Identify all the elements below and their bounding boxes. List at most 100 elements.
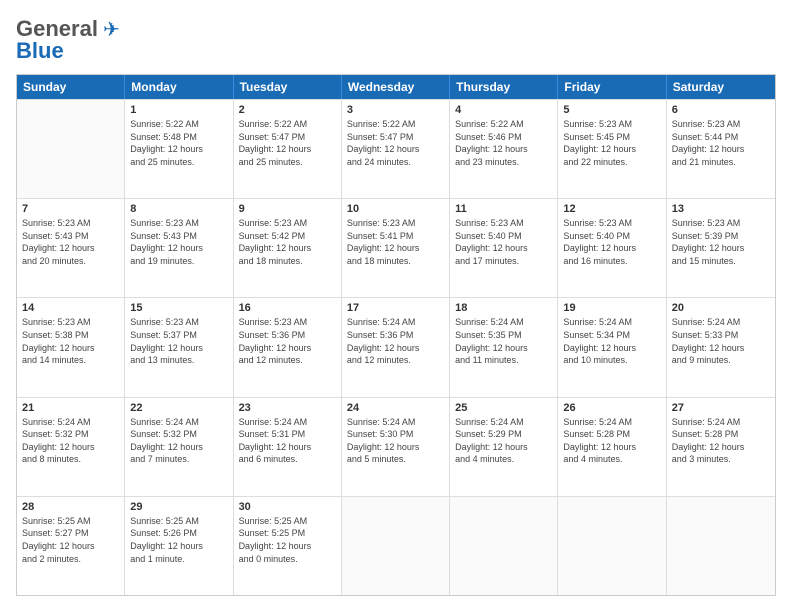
calendar-cell: [342, 497, 450, 595]
day-info: Sunrise: 5:23 AM Sunset: 5:43 PM Dayligh…: [22, 217, 119, 267]
calendar-cell: 20 Sunrise: 5:24 AM Sunset: 5:33 PM Dayli…: [667, 298, 775, 396]
day-number: 23: [239, 402, 336, 414]
day-info: Sunrise: 5:23 AM Sunset: 5:42 PM Dayligh…: [239, 217, 336, 267]
day-number: 22: [130, 402, 227, 414]
day-number: 6: [672, 104, 770, 116]
day-number: 28: [22, 501, 119, 513]
calendar-header-row: SundayMondayTuesdayWednesdayThursdayFrid…: [17, 75, 775, 99]
calendar-header-monday: Monday: [125, 75, 233, 99]
calendar-cell: 9 Sunrise: 5:23 AM Sunset: 5:42 PM Daylig…: [234, 199, 342, 297]
calendar-cell: 1 Sunrise: 5:22 AM Sunset: 5:48 PM Daylig…: [125, 100, 233, 198]
day-number: 27: [672, 402, 770, 414]
day-info: Sunrise: 5:24 AM Sunset: 5:32 PM Dayligh…: [130, 416, 227, 466]
day-number: 29: [130, 501, 227, 513]
day-info: Sunrise: 5:23 AM Sunset: 5:40 PM Dayligh…: [455, 217, 552, 267]
header: General ✈ Blue: [16, 16, 776, 64]
calendar-cell: 11 Sunrise: 5:23 AM Sunset: 5:40 PM Dayli…: [450, 199, 558, 297]
day-number: 1: [130, 104, 227, 116]
calendar-week-4: 28 Sunrise: 5:25 AM Sunset: 5:27 PM Dayli…: [17, 496, 775, 595]
day-number: 10: [347, 203, 444, 215]
day-number: 19: [563, 302, 660, 314]
calendar-cell: 29 Sunrise: 5:25 AM Sunset: 5:26 PM Dayli…: [125, 497, 233, 595]
calendar-cell: [17, 100, 125, 198]
calendar-cell: 10 Sunrise: 5:23 AM Sunset: 5:41 PM Dayli…: [342, 199, 450, 297]
day-number: 26: [563, 402, 660, 414]
day-info: Sunrise: 5:22 AM Sunset: 5:47 PM Dayligh…: [347, 118, 444, 168]
day-info: Sunrise: 5:23 AM Sunset: 5:45 PM Dayligh…: [563, 118, 660, 168]
day-info: Sunrise: 5:24 AM Sunset: 5:31 PM Dayligh…: [239, 416, 336, 466]
calendar-cell: 2 Sunrise: 5:22 AM Sunset: 5:47 PM Daylig…: [234, 100, 342, 198]
logo-bird-icon: ✈: [103, 17, 120, 42]
calendar-header-thursday: Thursday: [450, 75, 558, 99]
day-info: Sunrise: 5:22 AM Sunset: 5:46 PM Dayligh…: [455, 118, 552, 168]
calendar-cell: 28 Sunrise: 5:25 AM Sunset: 5:27 PM Dayli…: [17, 497, 125, 595]
day-info: Sunrise: 5:24 AM Sunset: 5:28 PM Dayligh…: [563, 416, 660, 466]
calendar-body: 1 Sunrise: 5:22 AM Sunset: 5:48 PM Daylig…: [17, 99, 775, 595]
calendar-cell: 26 Sunrise: 5:24 AM Sunset: 5:28 PM Dayli…: [558, 398, 666, 496]
calendar: SundayMondayTuesdayWednesdayThursdayFrid…: [16, 74, 776, 596]
calendar-header-friday: Friday: [558, 75, 666, 99]
day-info: Sunrise: 5:23 AM Sunset: 5:41 PM Dayligh…: [347, 217, 444, 267]
day-info: Sunrise: 5:24 AM Sunset: 5:32 PM Dayligh…: [22, 416, 119, 466]
day-info: Sunrise: 5:25 AM Sunset: 5:26 PM Dayligh…: [130, 515, 227, 565]
day-number: 25: [455, 402, 552, 414]
day-info: Sunrise: 5:24 AM Sunset: 5:29 PM Dayligh…: [455, 416, 552, 466]
day-number: 4: [455, 104, 552, 116]
day-info: Sunrise: 5:23 AM Sunset: 5:38 PM Dayligh…: [22, 316, 119, 366]
day-number: 2: [239, 104, 336, 116]
logo-blue-text: Blue: [16, 38, 64, 64]
calendar-cell: 6Sunrise: 5:23 AM Sunset: 5:44 PM Daylig…: [667, 100, 775, 198]
calendar-cell: 16 Sunrise: 5:23 AM Sunset: 5:36 PM Dayli…: [234, 298, 342, 396]
calendar-cell: 24 Sunrise: 5:24 AM Sunset: 5:30 PM Dayli…: [342, 398, 450, 496]
day-info: Sunrise: 5:25 AM Sunset: 5:25 PM Dayligh…: [239, 515, 336, 565]
calendar-cell: 25 Sunrise: 5:24 AM Sunset: 5:29 PM Dayli…: [450, 398, 558, 496]
calendar-week-1: 7 Sunrise: 5:23 AM Sunset: 5:43 PM Daylig…: [17, 198, 775, 297]
calendar-cell: 12 Sunrise: 5:23 AM Sunset: 5:40 PM Dayli…: [558, 199, 666, 297]
calendar-cell: 30 Sunrise: 5:25 AM Sunset: 5:25 PM Dayli…: [234, 497, 342, 595]
day-info: Sunrise: 5:23 AM Sunset: 5:40 PM Dayligh…: [563, 217, 660, 267]
day-number: 15: [130, 302, 227, 314]
day-number: 20: [672, 302, 770, 314]
day-number: 16: [239, 302, 336, 314]
day-number: 18: [455, 302, 552, 314]
day-number: 8: [130, 203, 227, 215]
calendar-cell: 8 Sunrise: 5:23 AM Sunset: 5:43 PM Daylig…: [125, 199, 233, 297]
calendar-header-sunday: Sunday: [17, 75, 125, 99]
day-info: Sunrise: 5:23 AM Sunset: 5:36 PM Dayligh…: [239, 316, 336, 366]
day-number: 30: [239, 501, 336, 513]
calendar-cell: 7 Sunrise: 5:23 AM Sunset: 5:43 PM Daylig…: [17, 199, 125, 297]
day-number: 24: [347, 402, 444, 414]
day-info: Sunrise: 5:25 AM Sunset: 5:27 PM Dayligh…: [22, 515, 119, 565]
logo: General ✈ Blue: [16, 16, 120, 64]
calendar-cell: 13Sunrise: 5:23 AM Sunset: 5:39 PM Dayli…: [667, 199, 775, 297]
day-number: 7: [22, 203, 119, 215]
calendar-cell: [450, 497, 558, 595]
day-info: Sunrise: 5:23 AM Sunset: 5:37 PM Dayligh…: [130, 316, 227, 366]
calendar-cell: 22 Sunrise: 5:24 AM Sunset: 5:32 PM Dayli…: [125, 398, 233, 496]
day-number: 11: [455, 203, 552, 215]
day-number: 17: [347, 302, 444, 314]
day-info: Sunrise: 5:22 AM Sunset: 5:47 PM Dayligh…: [239, 118, 336, 168]
day-info: Sunrise: 5:23 AM Sunset: 5:43 PM Dayligh…: [130, 217, 227, 267]
day-number: 9: [239, 203, 336, 215]
calendar-header-saturday: Saturday: [667, 75, 775, 99]
day-info: Sunrise: 5:24 AM Sunset: 5:28 PM Dayligh…: [672, 416, 770, 466]
page: General ✈ Blue SundayMondayTuesdayWednes…: [0, 0, 792, 612]
calendar-header-tuesday: Tuesday: [234, 75, 342, 99]
calendar-week-0: 1 Sunrise: 5:22 AM Sunset: 5:48 PM Daylig…: [17, 99, 775, 198]
calendar-header-wednesday: Wednesday: [342, 75, 450, 99]
calendar-cell: 14Sunrise: 5:23 AM Sunset: 5:38 PM Dayli…: [17, 298, 125, 396]
day-info: Sunrise: 5:22 AM Sunset: 5:48 PM Dayligh…: [130, 118, 227, 168]
day-info: Sunrise: 5:24 AM Sunset: 5:35 PM Dayligh…: [455, 316, 552, 366]
day-info: Sunrise: 5:23 AM Sunset: 5:39 PM Dayligh…: [672, 217, 770, 267]
calendar-cell: 27 Sunrise: 5:24 AM Sunset: 5:28 PM Dayli…: [667, 398, 775, 496]
day-number: 12: [563, 203, 660, 215]
day-info: Sunrise: 5:24 AM Sunset: 5:33 PM Dayligh…: [672, 316, 770, 366]
calendar-cell: 15 Sunrise: 5:23 AM Sunset: 5:37 PM Dayli…: [125, 298, 233, 396]
day-info: Sunrise: 5:24 AM Sunset: 5:30 PM Dayligh…: [347, 416, 444, 466]
calendar-cell: 17Sunrise: 5:24 AM Sunset: 5:36 PM Dayli…: [342, 298, 450, 396]
calendar-week-3: 21Sunrise: 5:24 AM Sunset: 5:32 PM Dayli…: [17, 397, 775, 496]
calendar-cell: 19 Sunrise: 5:24 AM Sunset: 5:34 PM Dayli…: [558, 298, 666, 396]
day-number: 5: [563, 104, 660, 116]
day-info: Sunrise: 5:24 AM Sunset: 5:34 PM Dayligh…: [563, 316, 660, 366]
